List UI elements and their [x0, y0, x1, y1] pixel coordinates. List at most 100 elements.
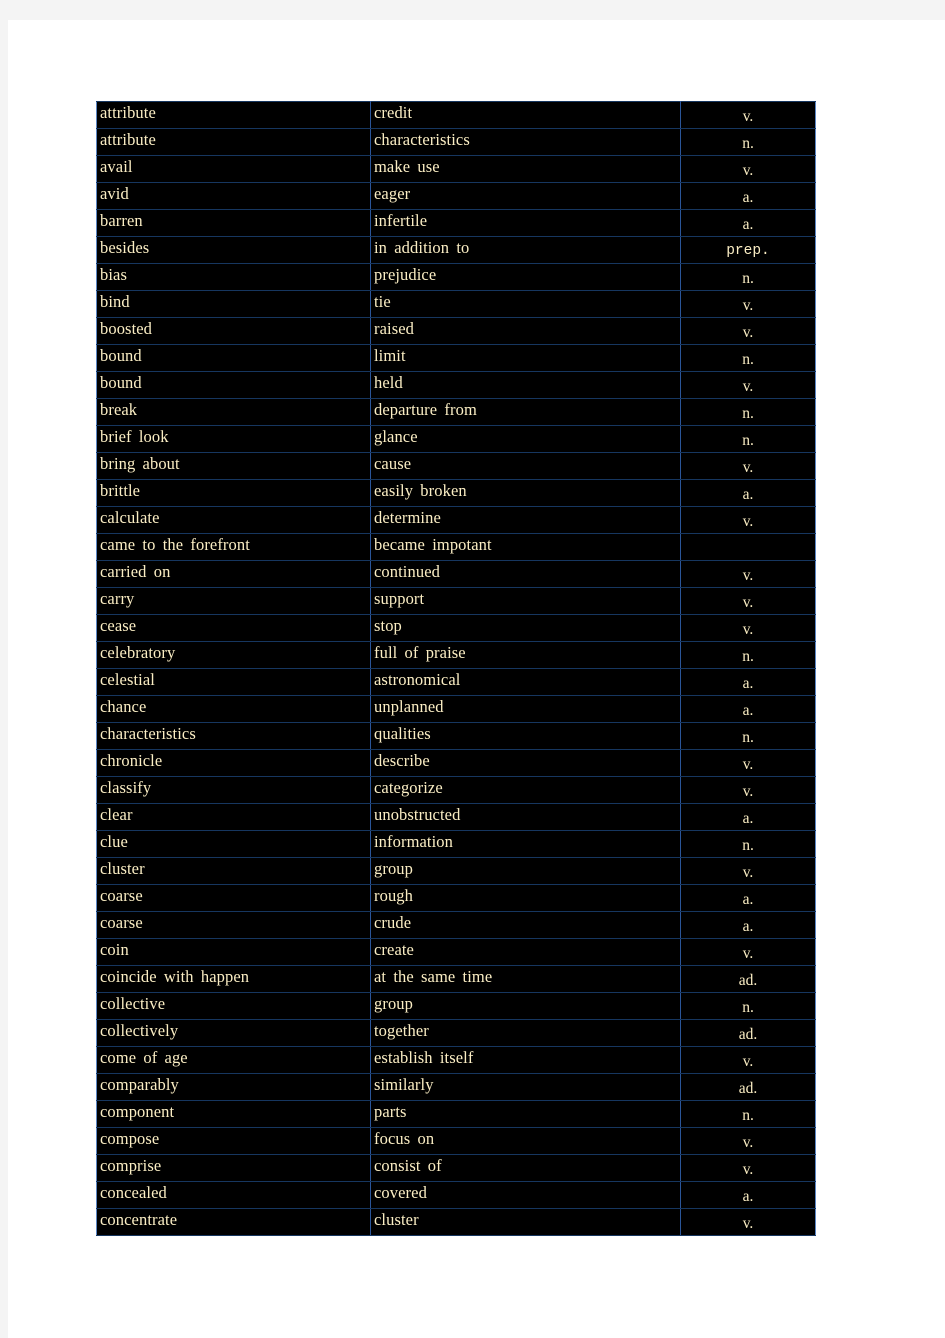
term-cell: characteristics — [96, 722, 371, 750]
definition-cell: held — [370, 371, 681, 399]
part-of-speech-text: v. — [742, 621, 754, 638]
table-row: cease stop v. — [96, 614, 816, 642]
part-of-speech-cell: n. — [680, 128, 816, 156]
term-cell: classify — [96, 776, 371, 804]
part-of-speech-cell: v. — [680, 290, 816, 318]
part-of-speech-cell: v. — [680, 560, 816, 588]
term-cell: bound — [96, 371, 371, 399]
term-text: coin — [100, 940, 129, 959]
definition-text: cause — [374, 454, 412, 473]
part-of-speech-text: v. — [742, 1161, 754, 1178]
definition-text: prejudice — [374, 265, 437, 284]
term-cell: coarse — [96, 884, 371, 912]
definition-text: infertile — [374, 211, 428, 230]
definition-text: easily broken — [374, 481, 467, 500]
term-text: concealed — [100, 1183, 167, 1202]
term-cell: coin — [96, 938, 371, 966]
term-text: collective — [100, 994, 166, 1013]
definition-text: categorize — [374, 778, 443, 797]
vocabulary-table-body: attribute credit v. attribute characteristic… — [96, 101, 816, 1236]
table-row: cluster group v. — [96, 857, 816, 885]
part-of-speech-cell: n. — [680, 425, 816, 453]
part-of-speech-cell: a. — [680, 209, 816, 237]
definition-text: together — [374, 1021, 429, 1040]
definition-cell: infertile — [370, 209, 681, 237]
part-of-speech-cell: v. — [680, 614, 816, 642]
definition-text: limit — [374, 346, 406, 365]
term-text: carry — [100, 589, 135, 608]
part-of-speech-text: a. — [742, 810, 754, 827]
table-row: bound held v. — [96, 371, 816, 399]
definition-text: in addition to — [374, 238, 470, 257]
definition-text: held — [374, 373, 403, 392]
definition-cell: qualities — [370, 722, 681, 750]
part-of-speech-cell: a. — [680, 911, 816, 939]
part-of-speech-cell: n. — [680, 263, 816, 291]
definition-text: group — [374, 859, 413, 878]
part-of-speech-cell: n. — [680, 1100, 816, 1128]
definition-text: determine — [374, 508, 441, 527]
page-sheet: attribute credit v. attribute characteristic… — [8, 20, 945, 1338]
part-of-speech-text: n. — [742, 648, 754, 665]
definition-text: consist of — [374, 1156, 442, 1175]
table-row: brittle easily broken a. — [96, 479, 816, 507]
definition-cell: stop — [370, 614, 681, 642]
term-cell: collectively — [96, 1019, 371, 1047]
term-cell: comparably — [96, 1073, 371, 1101]
part-of-speech-text: v. — [742, 864, 754, 881]
definition-text: became impotant — [374, 535, 492, 554]
definition-text: full of praise — [374, 643, 466, 662]
table-row: calculate determine v. — [96, 506, 816, 534]
definition-text: focus on — [374, 1129, 435, 1148]
part-of-speech-cell: prep. — [680, 236, 816, 264]
definition-cell: characteristics — [370, 128, 681, 156]
part-of-speech-cell: a. — [680, 884, 816, 912]
part-of-speech-cell: n. — [680, 641, 816, 669]
term-cell: chance — [96, 695, 371, 723]
term-text: come of age — [100, 1048, 188, 1067]
part-of-speech-cell: n. — [680, 722, 816, 750]
definition-text: make use — [374, 157, 440, 176]
term-text: avid — [100, 184, 129, 203]
term-text: collectively — [100, 1021, 179, 1040]
table-row: concealed covered a. — [96, 1181, 816, 1209]
definition-cell: eager — [370, 182, 681, 210]
part-of-speech-cell: v. — [680, 1208, 816, 1236]
table-row: boosted raised v. — [96, 317, 816, 345]
term-text: comparably — [100, 1075, 179, 1094]
table-row: came to the forefront became impotant — [96, 533, 816, 561]
definition-text: departure from — [374, 400, 477, 419]
definition-cell: limit — [370, 344, 681, 372]
definition-cell: glance — [370, 425, 681, 453]
term-text: attribute — [100, 130, 156, 149]
term-text: coarse — [100, 886, 143, 905]
term-text: brittle — [100, 481, 141, 500]
term-text: cluster — [100, 859, 145, 878]
vocabulary-table: attribute credit v. attribute characteristic… — [96, 101, 816, 1236]
term-text: component — [100, 1102, 175, 1121]
definition-text: information — [374, 832, 453, 851]
term-text: bias — [100, 265, 127, 284]
definition-cell: astronomical — [370, 668, 681, 696]
table-row: coincide with happen at the same time ad. — [96, 965, 816, 993]
term-cell: bind — [96, 290, 371, 318]
table-row: classify categorize v. — [96, 776, 816, 804]
term-text: bring about — [100, 454, 180, 473]
term-text: clue — [100, 832, 128, 851]
part-of-speech-text: v. — [742, 1134, 754, 1151]
table-row: attribute characteristics n. — [96, 128, 816, 156]
part-of-speech-text: a. — [742, 189, 754, 206]
part-of-speech-cell: v. — [680, 749, 816, 777]
definition-cell: categorize — [370, 776, 681, 804]
table-row: carry support v. — [96, 587, 816, 615]
term-cell: comprise — [96, 1154, 371, 1182]
table-row: avid eager a. — [96, 182, 816, 210]
definition-text: eager — [374, 184, 411, 203]
part-of-speech-text: n. — [742, 270, 754, 287]
term-cell: concentrate — [96, 1208, 371, 1236]
term-cell: celebratory — [96, 641, 371, 669]
term-cell: came to the forefront — [96, 533, 371, 561]
part-of-speech-text: n. — [742, 135, 754, 152]
term-cell: brief look — [96, 425, 371, 453]
part-of-speech-text: v. — [742, 108, 754, 125]
